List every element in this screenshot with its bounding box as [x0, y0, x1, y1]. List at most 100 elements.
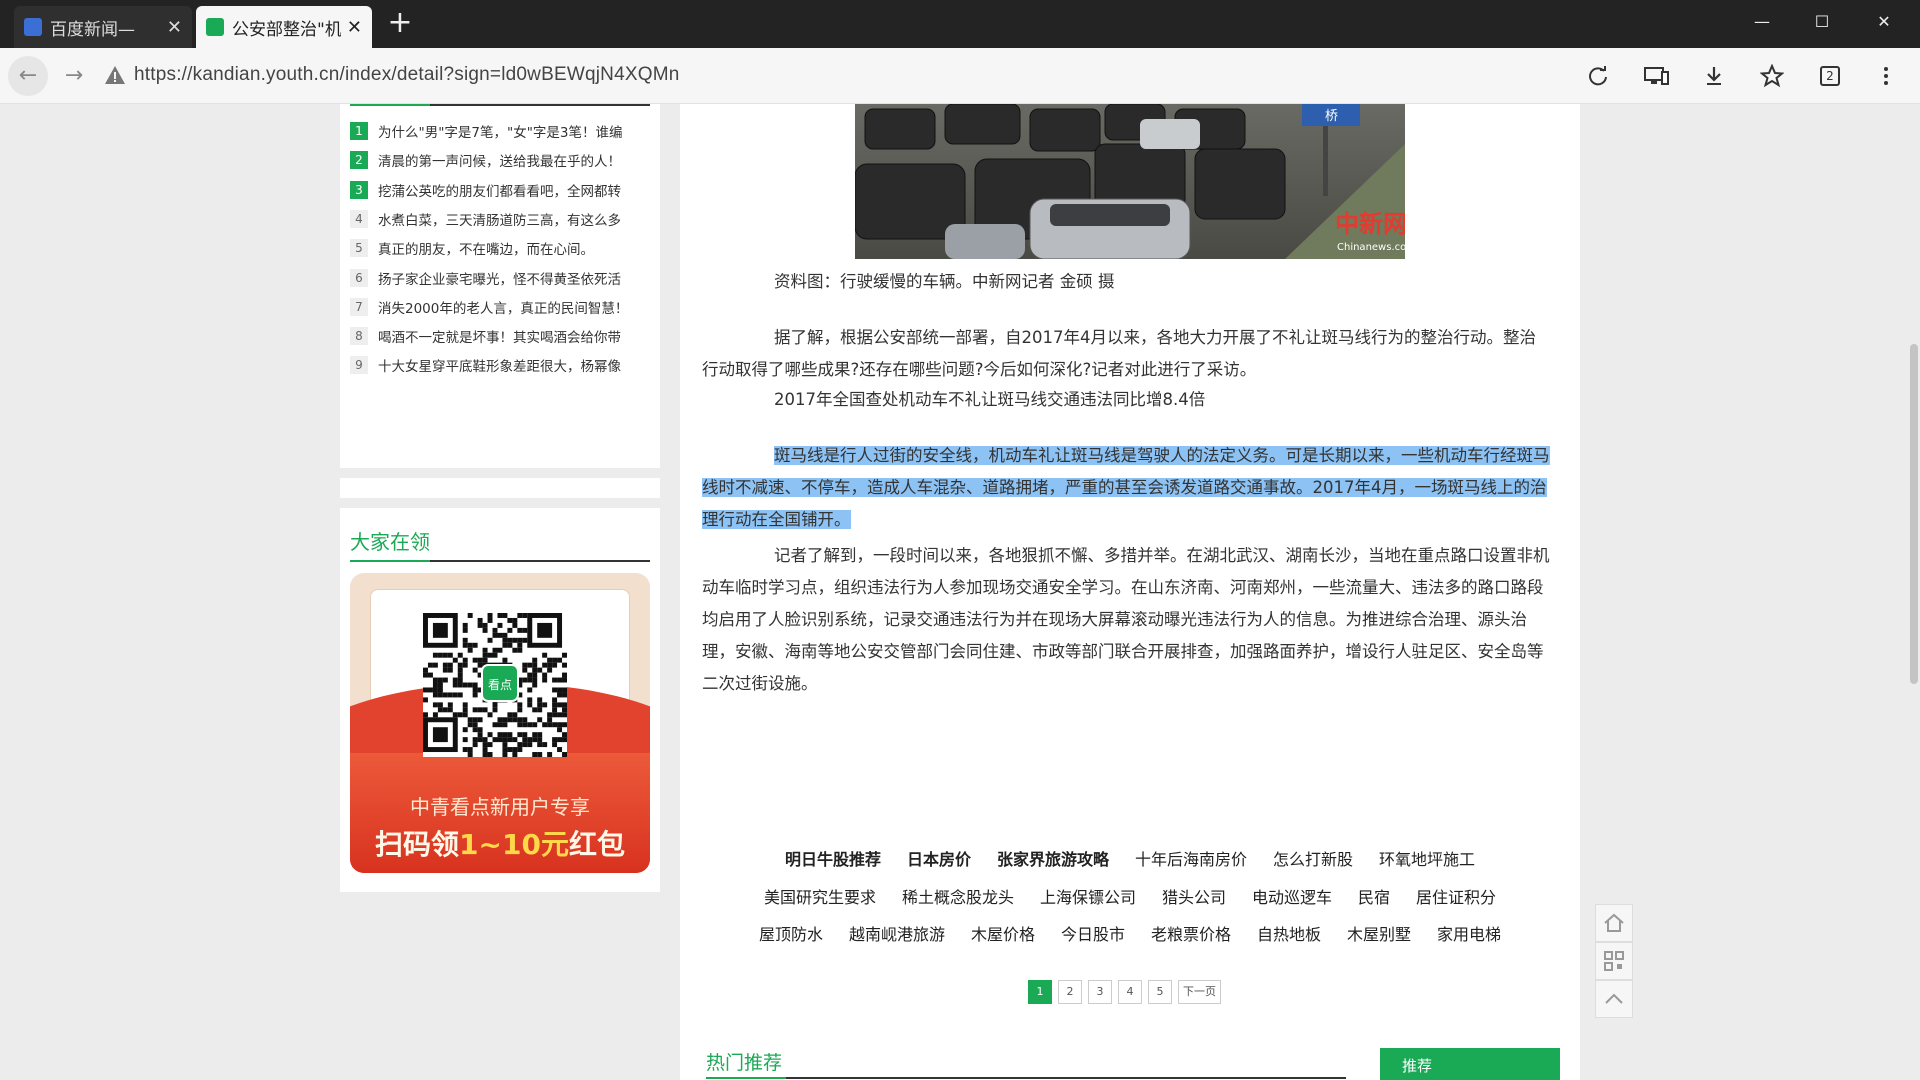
address-bar-url[interactable]: https://kandian.youth.cn/index/detail?si… — [134, 64, 679, 86]
keyword-link[interactable]: 猎头公司 — [1162, 884, 1226, 908]
keyword-row-2: 美国研究生要求 稀土概念股龙头 上海保镖公司 猎头公司 电动巡逻车 民宿 居住证积分 — [730, 884, 1530, 908]
section-underline — [706, 1077, 1346, 1079]
insecure-warning-icon[interactable] — [104, 64, 126, 86]
hot-list-title[interactable]: 十大女星穿平底鞋形象差距很大，杨幂像 — [378, 355, 621, 375]
pagination: 1 2 3 4 5 下一页 — [1028, 980, 1227, 1004]
tab-active-article[interactable]: 公安部整治"机 ✕ — [196, 6, 372, 48]
keyword-link[interactable]: 电动巡逻车 — [1252, 884, 1332, 908]
bookmark-star-icon[interactable] — [1756, 60, 1788, 92]
sidebar-hot-list: 1 为什么"男"字是7笔，"女"字是3笔！谁编 2 清晨的第一声问候，送给我最在乎的人… — [340, 104, 660, 468]
keyword-link[interactable]: 木屋别墅 — [1347, 921, 1411, 945]
hot-list-title[interactable]: 挖蒲公英吃的朋友们都看看吧，全网都转 — [378, 180, 621, 200]
hot-list-title[interactable]: 清晨的第一声问候，送给我最在乎的人！ — [378, 150, 621, 170]
selected-text: 斑马线是行人过街的安全线，机动车礼让斑马线是驾驶人的法定义务。可是长期以来，一些… — [702, 446, 1550, 529]
paragraph-2-selected: 斑马线是行人过街的安全线，机动车礼让斑马线是驾驶人的法定义务。可是长期以来，一些… — [702, 440, 1550, 536]
keyword-link[interactable]: 十年后海南房价 — [1135, 846, 1247, 870]
hot-list-rank: 9 — [350, 356, 368, 375]
keyword-link[interactable]: 屋顶防水 — [759, 921, 823, 945]
hot-list-item[interactable]: 1 为什么"男"字是7笔，"女"字是3笔！谁编 — [350, 121, 650, 141]
keyword-link[interactable]: 怎么打新股 — [1273, 846, 1353, 870]
hot-list-title[interactable]: 水煮白菜，三天清肠道防三高，有这么多 — [378, 209, 621, 229]
page-button[interactable]: 1 — [1028, 980, 1052, 1004]
keyword-link[interactable]: 民宿 — [1358, 884, 1390, 908]
promo-line1: 中青看点新用户专享 — [410, 795, 590, 819]
keyword-link[interactable]: 环氧地坪施工 — [1379, 846, 1475, 870]
minimize-icon[interactable]: — — [1748, 12, 1776, 36]
hot-list-rank: 7 — [350, 297, 368, 316]
keyword-link[interactable]: 张家界旅游攻略 — [997, 846, 1109, 870]
hot-list-title[interactable]: 真正的朋友，不在嘴边，而在心间。 — [378, 238, 594, 258]
hot-list-item[interactable]: 8 喝酒不一定就是坏事！其实喝酒会给你带 — [350, 326, 650, 346]
hot-list-title[interactable]: 为什么"男"字是7笔，"女"字是3笔！谁编 — [378, 121, 623, 141]
hot-list-item[interactable]: 7 消失2000年的老人言，真正的民间智慧！ — [350, 297, 650, 317]
hot-list-rank: 3 — [350, 180, 368, 199]
keyword-row-3: 屋顶防水 越南岘港旅游 木屋价格 今日股市 老粮票价格 自热地板 木屋别墅 家用电梯 — [730, 921, 1530, 945]
keyword-link[interactable]: 上海保镖公司 — [1040, 884, 1136, 908]
keyword-row-1: 明日牛股推荐 日本房价 张家界旅游攻略 十年后海南房价 怎么打新股 环氧地坪施工 — [730, 846, 1530, 870]
photo-caption: 资料图：行驶缓慢的车辆。中新网记者 金硕 摄 — [774, 272, 1115, 291]
paragraph-1: 据了解，根据公安部统一部署，自2017年4月以来，各地大力开展了不礼让斑马线行为… — [702, 328, 1536, 379]
keyword-link[interactable]: 木屋价格 — [971, 921, 1035, 945]
page-button[interactable]: 4 — [1118, 980, 1142, 1004]
back-arrow-icon[interactable]: ← — [8, 56, 48, 96]
hot-list-title[interactable]: 扬子家企业豪宅曝光，怪不得黄圣依死活 — [378, 268, 621, 288]
hot-list-rank: 4 — [350, 209, 368, 228]
browser-toolbar: ← → https://kandian.youth.cn/index/detai… — [0, 48, 1920, 104]
next-page-button[interactable]: 下一页 — [1178, 980, 1221, 1004]
baidu-favicon-icon — [24, 18, 42, 36]
article-main: 桥 中新网 Chinanews.com 资料图：行驶缓慢的车辆。中新网记者 金硕 — [680, 104, 1580, 1080]
tab-baidu-news[interactable]: 百度新闻— ✕ — [14, 6, 192, 48]
keyword-link[interactable]: 稀土概念股龙头 — [902, 884, 1014, 908]
hot-list-item[interactable]: 2 清晨的第一声问候，送给我最在乎的人！ — [350, 150, 650, 170]
forward-arrow-icon[interactable]: → — [54, 56, 94, 96]
back-to-top-chevron-up-icon[interactable] — [1595, 980, 1633, 1018]
desktop-mode-icon[interactable] — [1640, 60, 1672, 92]
hot-list-item[interactable]: 3 挖蒲公英吃的朋友们都看看吧，全网都转 — [350, 180, 650, 200]
red-packet-promo[interactable]: 看点 中青看点新用户专享 扫码领1~10元红包 — [350, 573, 650, 873]
hot-list-item[interactable]: 6 扬子家企业豪宅曝光，怪不得黄圣依死活 — [350, 268, 650, 288]
page-button[interactable]: 2 — [1058, 980, 1082, 1004]
keyword-link[interactable]: 自热地板 — [1257, 921, 1321, 945]
lead-title: 大家在领 — [350, 530, 430, 554]
menu-more-icon[interactable] — [1870, 60, 1902, 92]
tab-close-icon[interactable]: ✕ — [347, 17, 362, 38]
sidebar-lead-box: 大家在领 看点 中青看点新用户专享 扫码领1~10元红包 — [340, 508, 660, 892]
tab-strip: 百度新闻— ✕ 公安部整治"机 ✕ + — ☐ ✕ — [0, 0, 1920, 48]
keyword-link[interactable]: 居住证积分 — [1416, 884, 1496, 908]
hot-list-item[interactable]: 4 水煮白菜，三天清肠道防三高，有这么多 — [350, 209, 650, 229]
hot-list-item[interactable]: 9 十大女星穿平底鞋形象差距很大，杨幂像 — [350, 355, 650, 375]
keyword-link[interactable]: 明日牛股推荐 — [785, 846, 881, 870]
reload-icon[interactable] — [1582, 60, 1614, 92]
hot-list-rank: 8 — [350, 327, 368, 346]
keyword-link[interactable]: 家用电梯 — [1437, 921, 1501, 945]
window-close-icon[interactable]: ✕ — [1870, 12, 1898, 36]
page-button[interactable]: 5 — [1148, 980, 1172, 1004]
hot-list-rank: 1 — [350, 122, 368, 140]
download-icon[interactable] — [1698, 60, 1730, 92]
keyword-link[interactable]: 日本房价 — [907, 846, 971, 870]
home-icon[interactable] — [1595, 904, 1633, 942]
tab-count-icon[interactable]: 2 — [1814, 60, 1846, 92]
page-button[interactable]: 3 — [1088, 980, 1112, 1004]
maximize-icon[interactable]: ☐ — [1808, 12, 1836, 36]
recommend-tab[interactable]: 推荐 — [1380, 1048, 1560, 1080]
section-subtitle: 2017年全国查处机动车不礼让斑马线交通违法同比增8.4倍 — [774, 390, 1206, 409]
new-tab-plus-icon[interactable]: + — [386, 8, 414, 40]
article-traffic-photo: 桥 中新网 Chinanews.com — [855, 104, 1405, 259]
kandian-favicon-icon — [206, 18, 224, 36]
keyword-link[interactable]: 越南岘港旅游 — [849, 921, 945, 945]
tab-close-icon[interactable]: ✕ — [167, 17, 182, 38]
scrollbar-thumb[interactable] — [1910, 344, 1918, 684]
qr-scan-icon[interactable] — [1595, 942, 1633, 980]
hot-list-title[interactable]: 喝酒不一定就是坏事！其实喝酒会给你带 — [378, 326, 621, 346]
keyword-link[interactable]: 今日股市 — [1061, 921, 1125, 945]
tab-count: 2 — [1820, 66, 1840, 86]
keyword-link[interactable]: 美国研究生要求 — [764, 884, 876, 908]
hot-list-rank: 6 — [350, 268, 368, 287]
tab-title: 公安部整治"机 — [232, 19, 341, 40]
web-page: 1 为什么"男"字是7笔，"女"字是3笔！谁编 2 清晨的第一声问候，送给我最在乎的人… — [0, 104, 1920, 1080]
promo-line2: 扫码领1~10元红包 — [375, 828, 625, 861]
hot-list-title[interactable]: 消失2000年的老人言，真正的民间智慧！ — [378, 297, 628, 317]
keyword-link[interactable]: 老粮票价格 — [1151, 921, 1231, 945]
hot-list-item[interactable]: 5 真正的朋友，不在嘴边，而在心间。 — [350, 238, 650, 258]
